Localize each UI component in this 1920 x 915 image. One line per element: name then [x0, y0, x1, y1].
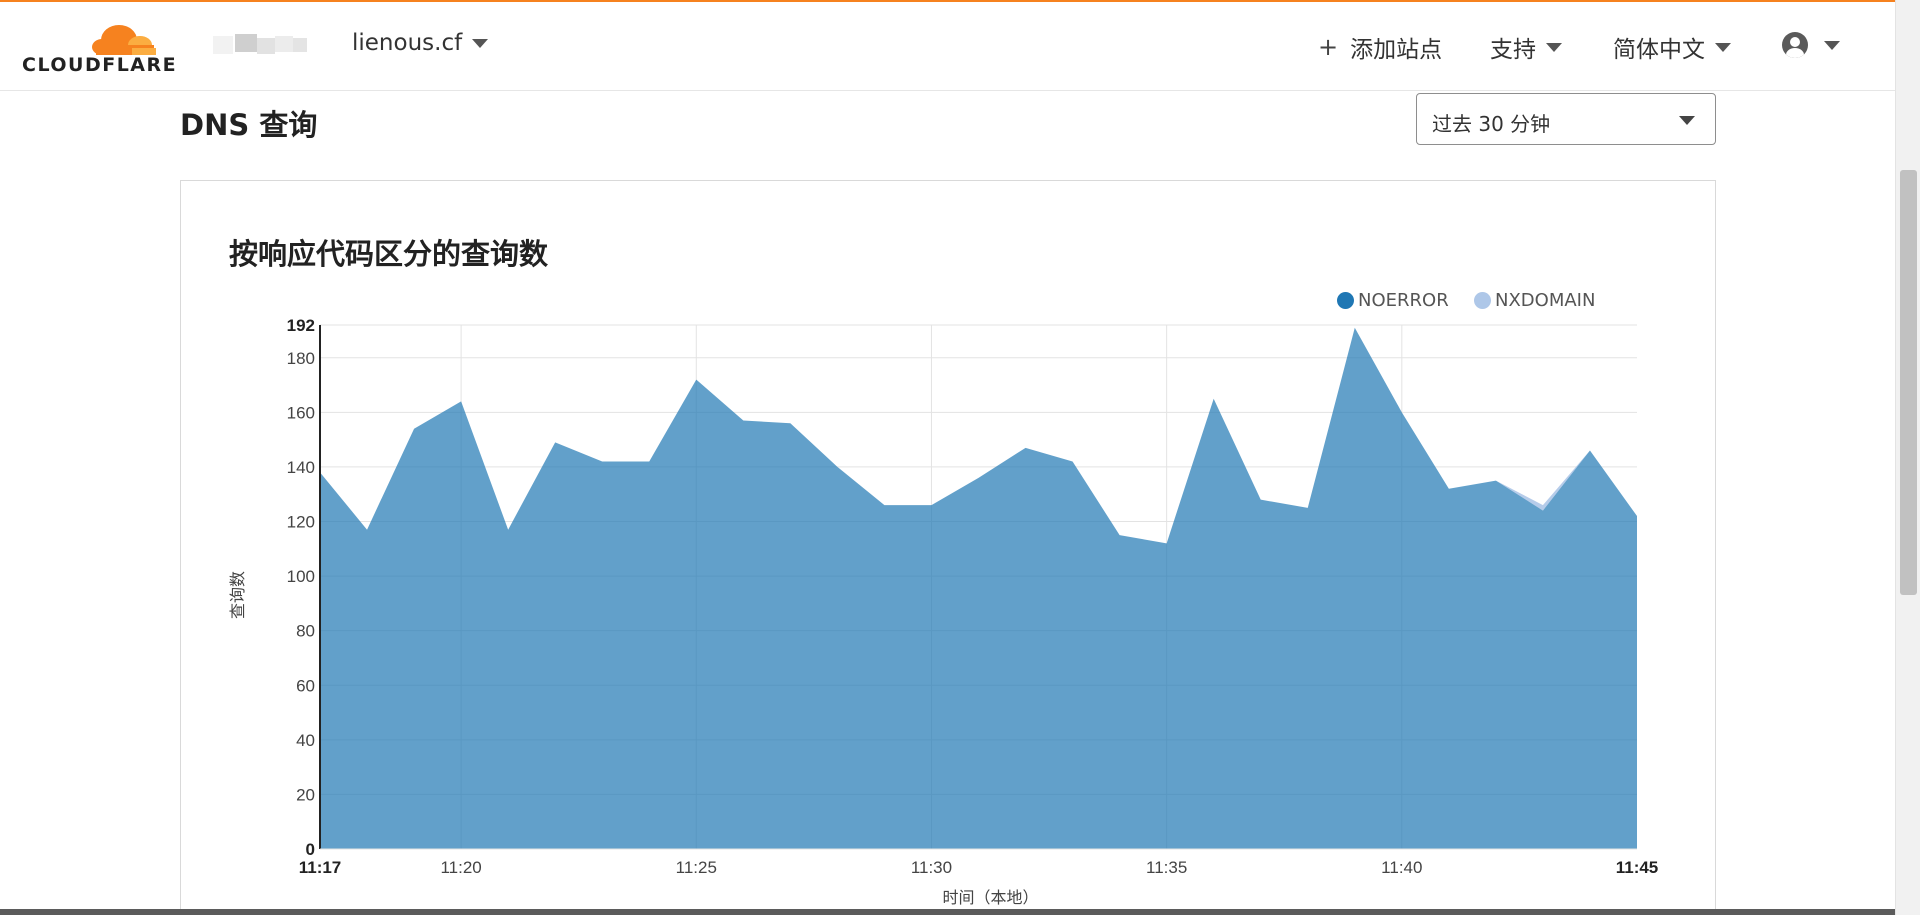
page-title: DNS 查询	[180, 108, 318, 142]
y-tick-label: 180	[287, 349, 315, 368]
zone-selector[interactable]: lienous.cf	[352, 30, 489, 56]
time-range-select[interactable]: 过去 30 分钟	[1416, 93, 1716, 145]
y-tick-label: 120	[287, 513, 315, 532]
x-axis-title: 时间（本地）	[942, 888, 1038, 907]
top-navigation: CLOUDFLARE lienous.cf + 添加站点 支持 简体中文	[0, 2, 1895, 91]
area-series-noerror	[320, 327, 1637, 849]
y-tick-label: 20	[296, 785, 315, 804]
cloudflare-logo[interactable]: CLOUDFLARE	[22, 18, 182, 78]
logo-wordmark: CLOUDFLARE	[22, 54, 178, 76]
y-tick-label: 192	[287, 316, 315, 335]
chevron-down-icon	[1824, 40, 1840, 50]
y-tick-label: 80	[296, 622, 315, 641]
chevron-down-icon	[472, 38, 489, 48]
chevron-down-icon	[1546, 42, 1562, 52]
x-tick-label: 11:35	[1146, 858, 1187, 877]
y-tick-label: 100	[287, 567, 315, 586]
time-range-value: 过去 30 分钟	[1432, 112, 1551, 136]
chart-card: 按响应代码区分的查询数 NOERROR NXDOMAIN 0 20 40 60 80 10…	[180, 180, 1716, 915]
chevron-down-icon	[1679, 116, 1695, 125]
language-label: 简体中文	[1613, 37, 1705, 63]
x-tick-label: 11:25	[676, 858, 717, 877]
plus-icon: +	[1318, 33, 1339, 61]
support-label: 支持	[1490, 37, 1536, 63]
vertical-scrollbar[interactable]	[1895, 0, 1920, 915]
add-site-label: 添加站点	[1350, 37, 1443, 63]
language-menu[interactable]: 简体中文	[1613, 30, 1731, 64]
user-menu[interactable]	[1782, 32, 1840, 58]
y-axis-title: 查询数	[228, 571, 247, 619]
scrollbar-thumb[interactable]	[1900, 170, 1917, 595]
y-tick-label: 140	[287, 458, 315, 477]
bottom-edge	[0, 909, 1895, 915]
support-menu[interactable]: 支持	[1490, 30, 1562, 64]
y-tick-label: 0	[306, 840, 315, 859]
account-name-redacted[interactable]	[213, 30, 309, 60]
x-tick-label: 11:40	[1381, 858, 1422, 877]
x-tick-label: 11:30	[911, 858, 952, 877]
chevron-down-icon	[1715, 42, 1731, 52]
add-site-button[interactable]: + 添加站点	[1318, 30, 1442, 64]
y-tick-label: 160	[287, 403, 315, 422]
y-tick-label: 60	[296, 676, 315, 695]
user-avatar-icon	[1782, 32, 1808, 58]
x-tick-label: 11:45	[1616, 858, 1659, 877]
cloud-icon	[92, 25, 160, 58]
dns-queries-area-chart: 0 20 40 60 80 100 120 140 160 180 192 11:17 11:20 11:…	[228, 316, 1659, 907]
x-tick-label: 11:17	[299, 858, 342, 877]
zone-name: lienous.cf	[352, 30, 463, 56]
y-tick-label: 40	[296, 731, 315, 750]
x-tick-label: 11:20	[440, 858, 481, 877]
